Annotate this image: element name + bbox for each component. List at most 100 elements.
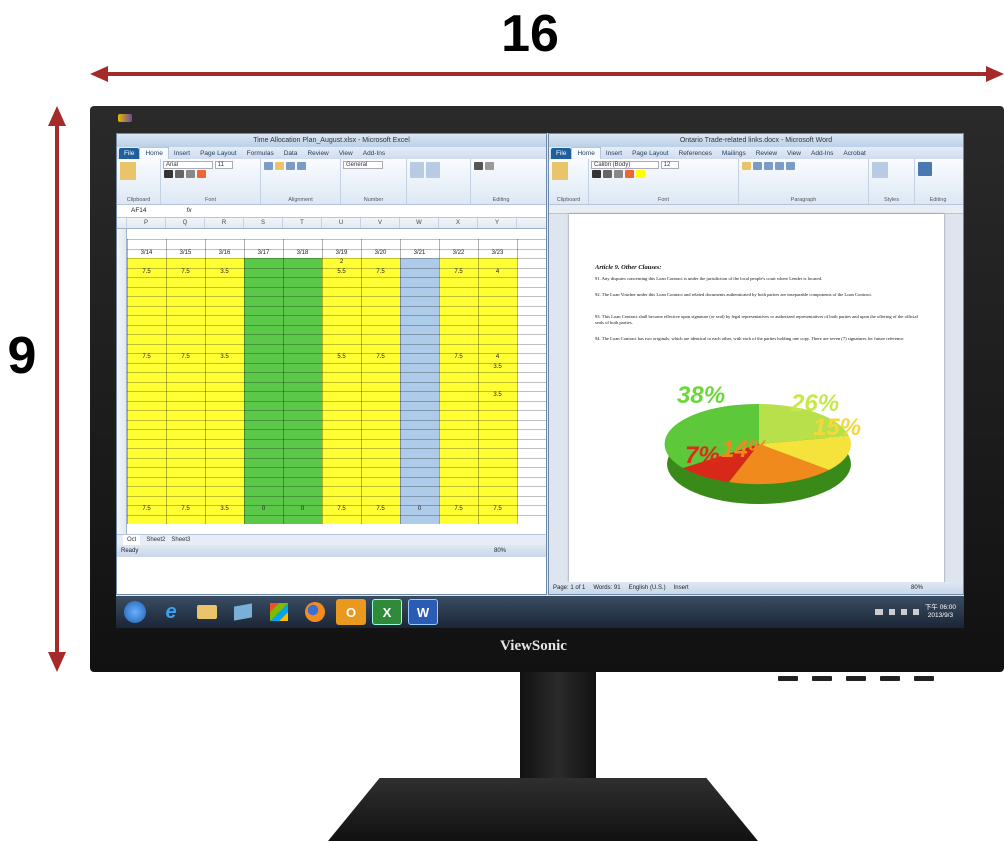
font-name-box[interactable]: Arial <box>163 161 213 169</box>
font-color-icon[interactable] <box>197 170 206 178</box>
sheet-tab-sheet2[interactable]: Sheet2 <box>146 535 165 545</box>
cells-icon[interactable] <box>426 162 440 178</box>
status-page[interactable]: Page: 1 of 1 <box>553 582 585 594</box>
total-cell[interactable]: 7.5 <box>322 506 361 512</box>
underline-icon[interactable] <box>614 170 623 178</box>
date-cell[interactable]: 3/23 <box>478 250 517 256</box>
number-format-box[interactable]: General <box>343 161 383 169</box>
monitor-button[interactable] <box>812 676 832 681</box>
excel-icon[interactable]: X <box>372 599 402 625</box>
table-cell[interactable]: 5.5 <box>322 269 361 275</box>
date-cell[interactable]: 3/14 <box>127 250 166 256</box>
table-cell[interactable]: 7.5 <box>361 354 400 360</box>
monitor-button[interactable] <box>846 676 866 681</box>
table-cell[interactable]: 3.5 <box>205 354 244 360</box>
underline-icon[interactable] <box>186 170 195 178</box>
date-cell[interactable]: 3/20 <box>361 250 400 256</box>
monitor-button[interactable] <box>880 676 900 681</box>
table-cell[interactable]: 3.5 <box>478 364 517 370</box>
column-header[interactable]: S <box>244 218 283 228</box>
document-page[interactable]: Article 9. Other Clauses: 91. Any disput… <box>569 214 944 583</box>
sheet-tab-sheet3[interactable]: Sheet3 <box>171 535 190 545</box>
align-left-icon[interactable] <box>742 162 751 170</box>
table-cell[interactable]: 7.5 <box>127 269 166 275</box>
table-cell[interactable]: 7.5 <box>439 354 478 360</box>
table-cell[interactable]: 4 <box>478 354 517 360</box>
word-icon[interactable]: W <box>408 599 438 625</box>
fx-icon[interactable]: fx <box>187 205 192 217</box>
date-cell[interactable]: 3/16 <box>205 250 244 256</box>
flag-icon[interactable] <box>888 609 895 615</box>
font-size-box[interactable]: 11 <box>214 161 233 169</box>
firefox-icon[interactable] <box>300 599 330 625</box>
spreadsheet-grid[interactable]: 3/14 3/15 3/16 3/17 3/18 3/19 3/20 3/21 3/22 3/23… <box>117 229 546 534</box>
column-header[interactable]: W <box>400 218 439 228</box>
table-cell[interactable]: 7.5 <box>166 354 205 360</box>
italic-icon[interactable] <box>175 170 184 178</box>
total-cell[interactable]: 0 <box>400 506 439 512</box>
column-header[interactable]: V <box>361 218 400 228</box>
paste-icon[interactable] <box>120 162 136 180</box>
column-header[interactable]: P <box>127 218 166 228</box>
table-cell[interactable]: 7.5 <box>439 269 478 275</box>
media-icon[interactable] <box>228 599 258 625</box>
tab-home[interactable]: Home <box>571 147 601 159</box>
monitor-button[interactable] <box>778 676 798 681</box>
total-cell[interactable]: 7.5 <box>166 506 205 512</box>
tab-home[interactable]: Home <box>139 147 169 159</box>
font-name-box[interactable]: Calibri (Body) <box>591 161 659 169</box>
font-color-icon[interactable] <box>625 170 634 178</box>
sort-icon[interactable] <box>485 162 494 170</box>
tab-insert[interactable]: Insert <box>169 148 195 159</box>
status-language[interactable]: English (U.S.) <box>629 582 666 594</box>
italic-icon[interactable] <box>603 170 612 178</box>
date-cell[interactable]: 3/15 <box>166 250 205 256</box>
table-cell[interactable]: 5.5 <box>322 354 361 360</box>
tab-review[interactable]: Review <box>302 148 333 159</box>
table-cell[interactable]: 3.5 <box>478 392 517 398</box>
total-cell[interactable]: 0 <box>283 506 322 512</box>
bold-icon[interactable] <box>164 170 173 178</box>
status-words[interactable]: Words: 91 <box>593 582 620 594</box>
status-mode[interactable]: Insert <box>674 582 689 594</box>
tab-references[interactable]: References <box>674 148 717 159</box>
column-header[interactable]: U <box>322 218 361 228</box>
tab-add-ins[interactable]: Add-Ins <box>806 148 838 159</box>
tab-view[interactable]: View <box>782 148 806 159</box>
clock[interactable]: 下午 06:00 2013/9/3 <box>925 604 956 620</box>
bold-icon[interactable] <box>592 170 601 178</box>
column-header[interactable]: Q <box>166 218 205 228</box>
tab-formulas[interactable]: Formulas <box>242 148 279 159</box>
column-header[interactable]: Y <box>478 218 517 228</box>
tab-mailings[interactable]: Mailings <box>717 148 751 159</box>
date-cell[interactable]: 3/21 <box>400 250 439 256</box>
tab-add-ins[interactable]: Add-Ins <box>358 148 390 159</box>
table-cell[interactable]: 3.5 <box>205 269 244 275</box>
bullets-icon[interactable] <box>786 162 795 170</box>
align-left-icon[interactable] <box>264 162 273 170</box>
tab-data[interactable]: Data <box>279 148 303 159</box>
table-cell[interactable]: 2 <box>322 259 361 265</box>
table-cell[interactable]: 7.5 <box>166 269 205 275</box>
excel-zoom[interactable]: 80% <box>494 545 506 557</box>
date-cell[interactable]: 3/18 <box>283 250 322 256</box>
column-header[interactable]: T <box>283 218 322 228</box>
tab-review[interactable]: Review <box>751 148 782 159</box>
date-cell[interactable]: 3/17 <box>244 250 283 256</box>
explorer-icon[interactable] <box>192 599 222 625</box>
name-box[interactable]: AF14 <box>131 205 147 217</box>
tab-view[interactable]: View <box>334 148 358 159</box>
tab-insert[interactable]: Insert <box>601 148 627 159</box>
volume-icon[interactable] <box>912 609 919 615</box>
align-right-icon[interactable] <box>286 162 295 170</box>
total-cell[interactable]: 3.5 <box>205 506 244 512</box>
total-cell[interactable]: 7.5 <box>127 506 166 512</box>
total-cell[interactable]: 0 <box>244 506 283 512</box>
keyboard-icon[interactable] <box>874 609 883 615</box>
total-cell[interactable]: 7.5 <box>361 506 400 512</box>
tab-page-layout[interactable]: Page Layout <box>627 148 674 159</box>
windows-media-icon[interactable] <box>264 599 294 625</box>
date-cell[interactable]: 3/22 <box>439 250 478 256</box>
font-size-box[interactable]: 12 <box>660 161 679 169</box>
styles-icon[interactable] <box>410 162 424 178</box>
